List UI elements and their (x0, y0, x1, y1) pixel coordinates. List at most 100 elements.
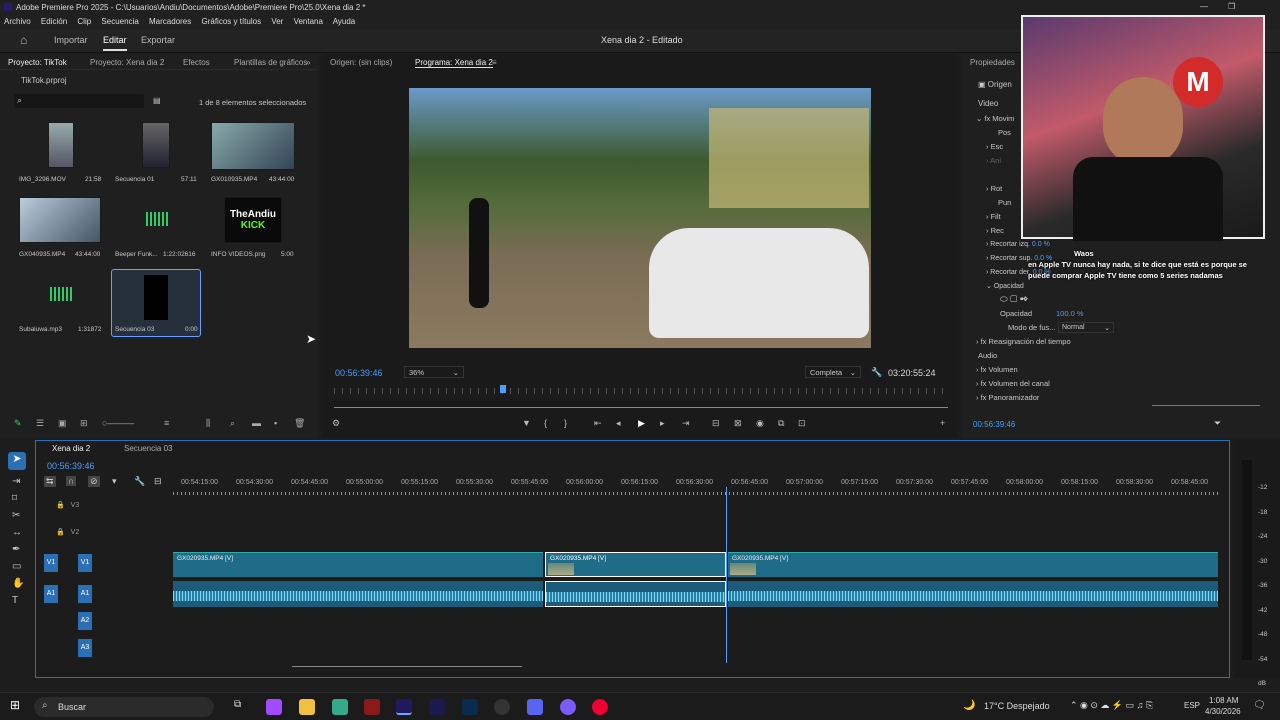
channel-volume-row[interactable]: › fx Volumen del canal (976, 379, 1050, 388)
discord-icon[interactable] (560, 699, 576, 715)
opacity-value[interactable]: 100.0 % (1056, 309, 1084, 318)
file-explorer-icon[interactable] (299, 699, 315, 715)
menu-secuencia[interactable]: Secuencia (101, 17, 138, 26)
language[interactable]: ESP (1184, 701, 1200, 710)
work-area-bar[interactable] (173, 492, 1218, 495)
taskbar-search[interactable]: ⌕ Buscar (34, 697, 214, 717)
go-to-in-icon[interactable]: ⇤ (594, 418, 602, 429)
clip-v1-a[interactable]: GX020935.MP4 [V] (173, 552, 543, 577)
search-input[interactable]: ⌕ (14, 94, 144, 108)
play-icon[interactable]: ▶ (638, 418, 645, 429)
scrub-bar[interactable] (334, 407, 948, 408)
menu-graficos[interactable]: Gráficos y títulos (202, 17, 262, 26)
nest-icon[interactable]: ⇆ (44, 476, 56, 487)
timeline-timecode[interactable]: 00:56:39:46 (47, 461, 95, 471)
settings-icon[interactable]: ⚙ (332, 418, 340, 429)
blend-select[interactable]: Normal ⌄ (1058, 322, 1114, 333)
ripple-icon[interactable]: ⌑ (12, 493, 30, 504)
tab-xena-dia-2[interactable]: Xena dia 2 (52, 444, 90, 453)
tab-source[interactable]: Origen: (sin clips) (330, 58, 392, 67)
pencil-icon[interactable]: ✎ (14, 418, 22, 429)
task-view-icon[interactable]: ⧉ (234, 699, 250, 715)
source-patch-v1[interactable]: V1 (44, 554, 58, 572)
automate-icon[interactable]: ⫼ (206, 418, 210, 429)
playhead[interactable] (500, 385, 506, 393)
illustrator-icon[interactable] (364, 699, 380, 715)
home-icon[interactable]: ⌂ (20, 33, 27, 47)
import-tab[interactable]: Importar (54, 35, 88, 45)
slip-icon[interactable]: ↔ (12, 527, 30, 538)
photoshop-icon[interactable] (462, 699, 478, 715)
find-icon[interactable]: ⌕ (230, 418, 235, 429)
track-v1-toggle[interactable]: V1 (78, 554, 92, 572)
zoom-slider[interactable]: ○——— (102, 418, 134, 428)
thumb-secuencia01[interactable] (142, 122, 170, 168)
type-tool-icon[interactable]: T (12, 595, 30, 606)
panner-row[interactable]: › fx Panoramizador (976, 393, 1039, 402)
list-view-icon[interactable]: ☰ (36, 418, 44, 429)
premiere-taskbar-icon[interactable] (396, 699, 412, 715)
after-effects-icon[interactable] (429, 699, 445, 715)
program-timecode[interactable]: 00:56:39:46 (335, 368, 383, 378)
mark-out-icon[interactable]: } (564, 418, 567, 428)
wrench-icon[interactable]: 🔧 (871, 367, 882, 378)
lift-icon[interactable]: ⊟ (712, 418, 720, 429)
step-back-icon[interactable]: ◂ (616, 418, 621, 429)
clock-date[interactable]: 4/30/2026 (1205, 707, 1241, 716)
app-icon[interactable] (266, 699, 282, 715)
wrench-icon[interactable]: 🔧 (134, 476, 145, 487)
quality-select[interactable]: Completa ⌄ (805, 366, 861, 378)
weather-text[interactable]: 17°C Despejado (984, 701, 1050, 711)
hand-icon[interactable]: ✋ (12, 578, 30, 589)
keyframe-scroll[interactable] (1152, 405, 1260, 406)
clip-a1-selected[interactable] (545, 581, 726, 607)
step-forward-icon[interactable]: ▸ (660, 418, 665, 429)
menu-ver[interactable]: Ver (271, 17, 283, 26)
windows-start-icon[interactable]: ⊞ (10, 698, 20, 712)
menu-marcadores[interactable]: Marcadores (149, 17, 191, 26)
tab-program[interactable]: Programa: Xena dia 2 (415, 58, 493, 68)
go-to-out-icon[interactable]: ⇥ (682, 418, 690, 429)
tab-menu-icon[interactable]: ≡ (492, 58, 497, 67)
pen-icon[interactable]: ✒ (12, 544, 30, 555)
tab-properties[interactable]: Propiedades (970, 58, 1015, 67)
obs-icon[interactable] (494, 699, 510, 715)
menu-ayuda[interactable]: Ayuda (333, 17, 356, 26)
extract-icon[interactable]: ⊠ (734, 418, 742, 429)
menu-edicion[interactable]: Edición (41, 17, 67, 26)
thumb-gx010935[interactable] (211, 122, 295, 170)
time-remap[interactable]: › fx Reasignación del tiempo (976, 337, 1071, 346)
clip-a1-a[interactable] (173, 581, 543, 607)
marker-icon[interactable]: ▼ (522, 418, 531, 428)
tab-secuencia-03[interactable]: Secuencia 03 (124, 444, 172, 453)
filter-icon[interactable]: ⏷ (1214, 418, 1221, 429)
icon-view-icon[interactable]: ▣ (58, 418, 67, 429)
mask-shape-icons[interactable]: ⬭ ▢ ✒ (1000, 294, 1029, 305)
crop-row[interactable]: ⌄ Opacidad (986, 280, 1166, 294)
menu-ventana[interactable]: Ventana (294, 17, 323, 26)
audio-waveform-icon[interactable] (50, 287, 72, 301)
track-a1-toggle[interactable]: A1 (78, 585, 92, 603)
app-icon[interactable] (592, 699, 608, 715)
track-select-icon[interactable]: ⇥ (12, 476, 30, 487)
clip-a1-c[interactable] (728, 581, 1218, 607)
vr-icon[interactable]: ⊡ (798, 418, 806, 429)
new-bin-icon[interactable]: ▬ (252, 418, 261, 428)
source-patch-a1[interactable]: A1 (44, 585, 58, 603)
thumb-info-videos[interactable]: TheAndiu KICK (224, 197, 282, 243)
thumb-img3296[interactable] (48, 122, 74, 168)
panel-overflow-icon[interactable]: » (306, 58, 310, 67)
new-bin-icon[interactable]: ▤ (153, 96, 161, 105)
track-a3-toggle[interactable]: A3 (78, 639, 92, 657)
add-marker-icon[interactable]: ▾ (112, 476, 117, 487)
rectangle-icon[interactable]: ▭ (12, 561, 30, 572)
captions-icon[interactable]: ⊟ (154, 476, 162, 487)
snap-icon[interactable]: ∩ (66, 476, 77, 486)
track-a2-toggle[interactable]: A2 (78, 612, 92, 630)
zoom-select[interactable]: 36% ⌄ (404, 366, 464, 378)
tab-project-tiktok[interactable]: Proyecto: TikTok (8, 58, 67, 67)
trash-icon[interactable]: 🗑 (294, 418, 305, 429)
monitor-ruler[interactable] (334, 388, 948, 394)
new-item-icon[interactable]: ▪ (274, 418, 277, 428)
tab-effects[interactable]: Efectos (183, 58, 210, 67)
